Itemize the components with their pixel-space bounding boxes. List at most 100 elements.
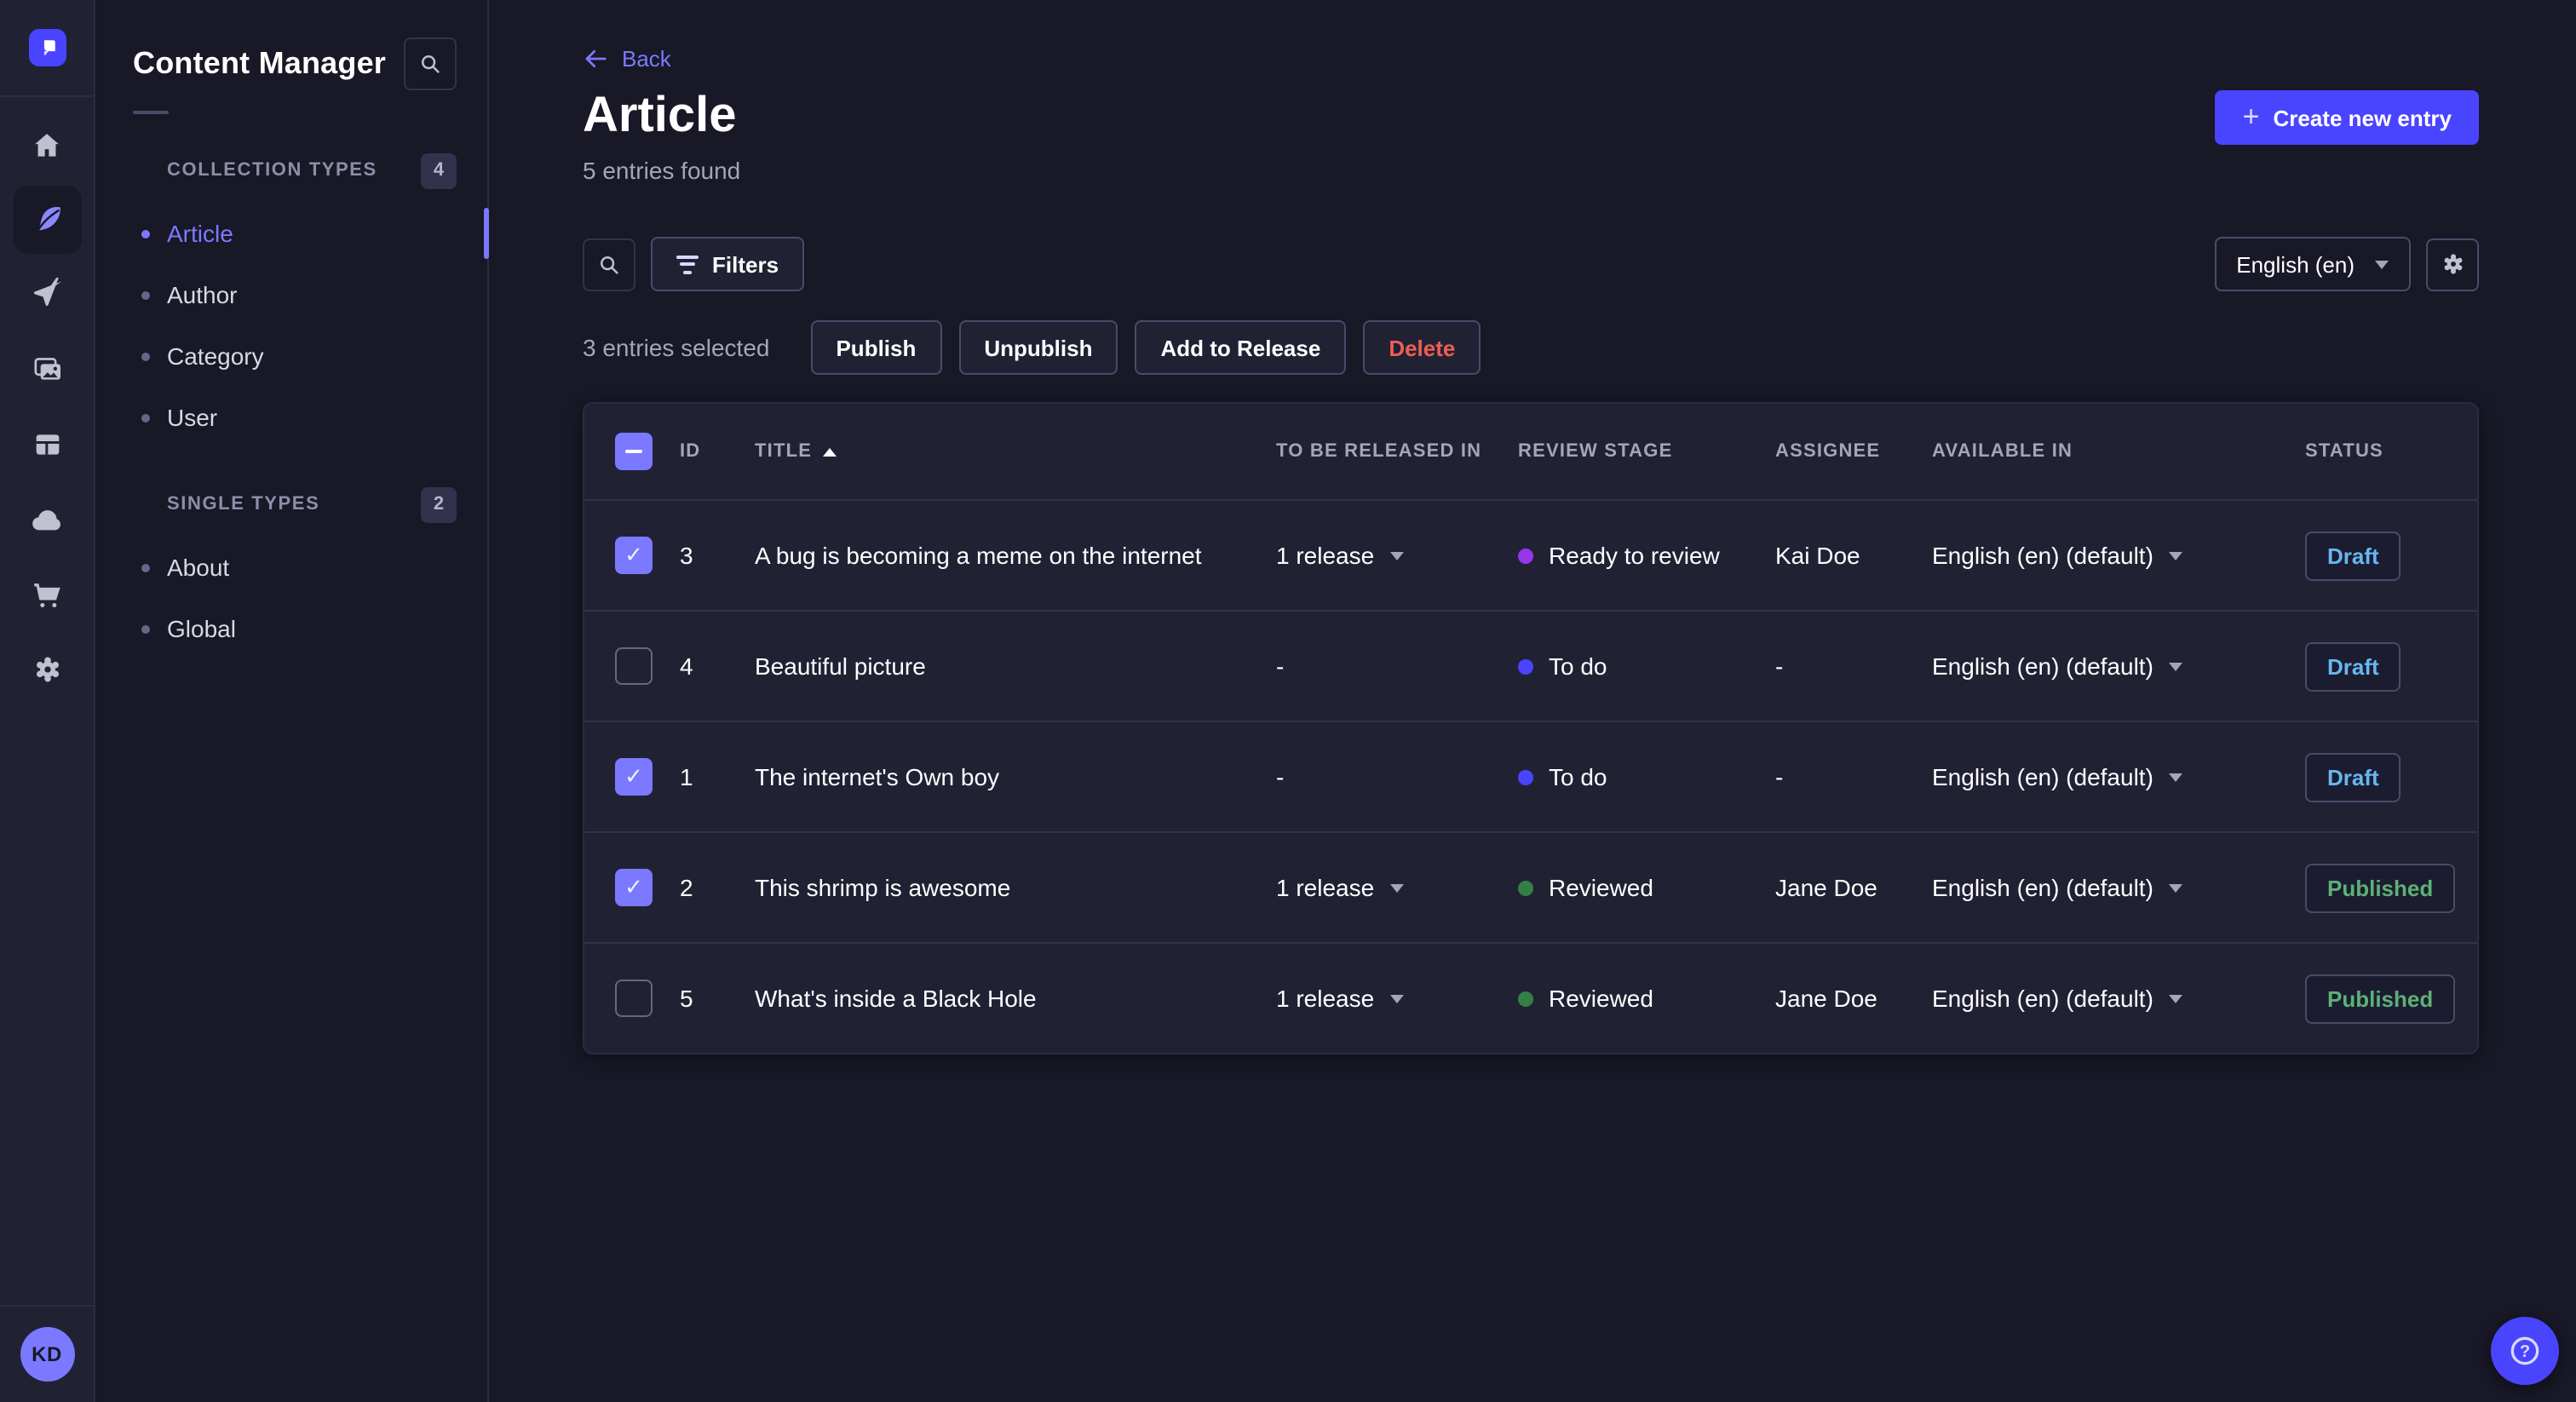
row-checkbox[interactable]	[615, 980, 653, 1017]
page-title: Article	[583, 89, 737, 143]
delete-button[interactable]: Delete	[1363, 320, 1481, 375]
cell-id: 3	[680, 542, 693, 569]
table-body: 3 A bug is becoming a meme on the intern…	[584, 499, 2477, 1053]
help-button[interactable]: ?	[2491, 1317, 2559, 1385]
chevron-down-icon	[2168, 883, 2182, 892]
strapi-logo-icon[interactable]	[28, 29, 66, 66]
table-row[interactable]: 3 A bug is becoming a meme on the intern…	[584, 499, 2477, 610]
back-link[interactable]: Back	[583, 46, 671, 72]
unpublish-button[interactable]: Unpublish	[958, 320, 1118, 375]
chevron-down-icon	[2168, 551, 2182, 560]
sidebar-item-category[interactable]: Category	[95, 325, 487, 387]
add-to-release-button[interactable]: Add to Release	[1135, 320, 1347, 375]
bullet-icon	[141, 624, 150, 633]
cell-to-be-released-in[interactable]: 1 release	[1276, 874, 1518, 901]
col-title[interactable]: TITLE	[755, 441, 1276, 462]
col-released[interactable]: TO BE RELEASED IN	[1276, 441, 1518, 462]
arrow-left-icon	[585, 49, 607, 68]
cell-id: 5	[680, 985, 693, 1012]
single-types-section: SINGLE TYPES 2 About Global	[95, 486, 487, 659]
chevron-down-icon	[2168, 662, 2182, 670]
cell-assignee: -	[1775, 763, 1784, 790]
filter-icon	[676, 255, 699, 273]
cell-id: 2	[680, 874, 693, 901]
sidebar-item-global[interactable]: Global	[95, 598, 487, 659]
table-row[interactable]: 2 This shrimp is awesome 1 release Revie…	[584, 831, 2477, 942]
single-types-count-badge: 2	[421, 486, 457, 522]
stage-dot-icon	[1518, 658, 1533, 674]
subnav-search-button[interactable]	[404, 37, 457, 90]
table-row[interactable]: 5 What's inside a Black Hole 1 release R…	[584, 942, 2477, 1053]
cell-review-stage: Reviewed	[1518, 985, 1775, 1012]
cell-title: This shrimp is awesome	[755, 874, 1011, 901]
content-type-builder-icon[interactable]	[13, 411, 81, 479]
bullet-icon	[141, 352, 150, 360]
cell-to-be-released-in: -	[1276, 763, 1285, 790]
bullet-icon	[141, 413, 150, 422]
entries-table: ID TITLE TO BE RELEASED IN REVIEW STAGE …	[583, 402, 2479, 1054]
entries-count: 5 entries found	[583, 157, 741, 184]
cell-status: Published	[2305, 974, 2474, 1023]
view-settings-button[interactable]	[2426, 238, 2479, 290]
chevron-down-icon	[2168, 994, 2182, 1003]
collection-types-section: COLLECTION TYPES 4 Article Author Catego…	[95, 152, 489, 448]
bullet-icon	[141, 290, 150, 299]
status-badge: Draft	[2305, 752, 2401, 802]
cell-available-in[interactable]: English (en) (default)	[1932, 652, 2305, 680]
stage-dot-icon	[1518, 880, 1533, 895]
filters-button[interactable]: Filters	[651, 237, 805, 291]
cell-available-in[interactable]: English (en) (default)	[1932, 874, 2305, 901]
marketplace-cart-icon[interactable]	[13, 560, 81, 629]
cell-title: A bug is becoming a meme on the internet	[755, 542, 1202, 569]
cell-available-in[interactable]: English (en) (default)	[1932, 985, 2305, 1012]
cell-to-be-released-in[interactable]: 1 release	[1276, 542, 1518, 569]
cell-title: The internet's Own boy	[755, 763, 1000, 790]
search-button[interactable]	[583, 238, 635, 290]
sidebar-item-article[interactable]: Article	[95, 203, 489, 264]
cell-available-in[interactable]: English (en) (default)	[1932, 763, 2305, 790]
cell-review-stage: Ready to review	[1518, 542, 1775, 569]
cell-to-be-released-in[interactable]: 1 release	[1276, 985, 1518, 1012]
deploy-cloud-icon[interactable]	[13, 486, 81, 554]
cell-review-stage: Reviewed	[1518, 874, 1775, 901]
col-status[interactable]: STATUS	[2305, 441, 2474, 462]
row-checkbox[interactable]	[615, 647, 653, 685]
home-icon[interactable]	[13, 111, 81, 179]
table-row[interactable]: 1 The internet's Own boy - To do - Engli…	[584, 721, 2477, 831]
subnav-title: Content Manager	[133, 46, 387, 80]
svg-text:?: ?	[2520, 1342, 2530, 1361]
bullet-icon	[141, 229, 150, 238]
sidebar-item-user[interactable]: User	[95, 387, 487, 448]
cell-assignee: Kai Doe	[1775, 542, 1860, 569]
select-all-checkbox[interactable]	[615, 433, 653, 470]
bullet-icon	[141, 563, 150, 572]
col-available-in[interactable]: AVAILABLE IN	[1932, 441, 2305, 462]
content-manager-icon[interactable]	[13, 186, 81, 254]
table-row[interactable]: 4 Beautiful picture - To do - English (e…	[584, 610, 2477, 721]
sidebar-item-about[interactable]: About	[95, 537, 487, 598]
row-checkbox[interactable]	[615, 758, 653, 796]
col-review-stage[interactable]: REVIEW STAGE	[1518, 441, 1775, 462]
releases-icon[interactable]	[13, 261, 81, 329]
cell-assignee: Jane Doe	[1775, 874, 1877, 901]
settings-gear-icon[interactable]	[13, 635, 81, 704]
user-avatar[interactable]: KD	[20, 1327, 74, 1382]
sort-asc-icon	[822, 447, 837, 456]
locale-select[interactable]: English (en)	[2214, 237, 2411, 291]
col-id[interactable]: ID	[680, 441, 755, 462]
main-nav-rail: KD	[0, 0, 95, 1402]
selection-count-label: 3 entries selected	[583, 334, 770, 361]
create-new-entry-button[interactable]: + Create new entry	[2215, 90, 2479, 145]
sidebar-item-author[interactable]: Author	[95, 264, 487, 325]
media-library-icon[interactable]	[13, 336, 81, 404]
stage-dot-icon	[1518, 769, 1533, 784]
cell-assignee: Jane Doe	[1775, 985, 1877, 1012]
publish-button[interactable]: Publish	[810, 320, 942, 375]
chevron-down-icon	[1389, 883, 1404, 892]
col-assignee[interactable]: ASSIGNEE	[1775, 441, 1932, 462]
row-checkbox[interactable]	[615, 869, 653, 906]
cell-available-in[interactable]: English (en) (default)	[1932, 542, 2305, 569]
chevron-down-icon	[1389, 551, 1404, 560]
row-checkbox[interactable]	[615, 537, 653, 574]
chevron-down-icon	[2375, 260, 2389, 268]
